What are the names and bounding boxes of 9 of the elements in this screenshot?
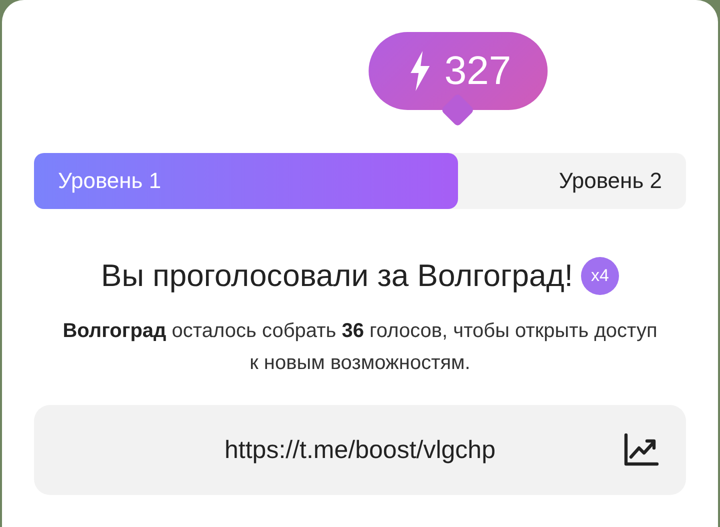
- boost-link-field[interactable]: https://t.me/boost/vlgchp: [34, 405, 686, 495]
- current-level-label: Уровень 1: [57, 168, 162, 194]
- lightning-icon: [408, 51, 430, 91]
- boost-link[interactable]: https://t.me/boost/vlgchp: [224, 436, 496, 464]
- boost-count: 327: [444, 48, 512, 94]
- description-text: Волгоград осталось собрать 36 голосов, чтобы открыть доступ к новым возможностям.: [62, 319, 658, 376]
- vote-title: Вы проголосовали за Волгоград!: [101, 258, 573, 294]
- next-level-label: Уровень 2: [558, 168, 663, 194]
- multiplier-badge: x4: [580, 257, 619, 295]
